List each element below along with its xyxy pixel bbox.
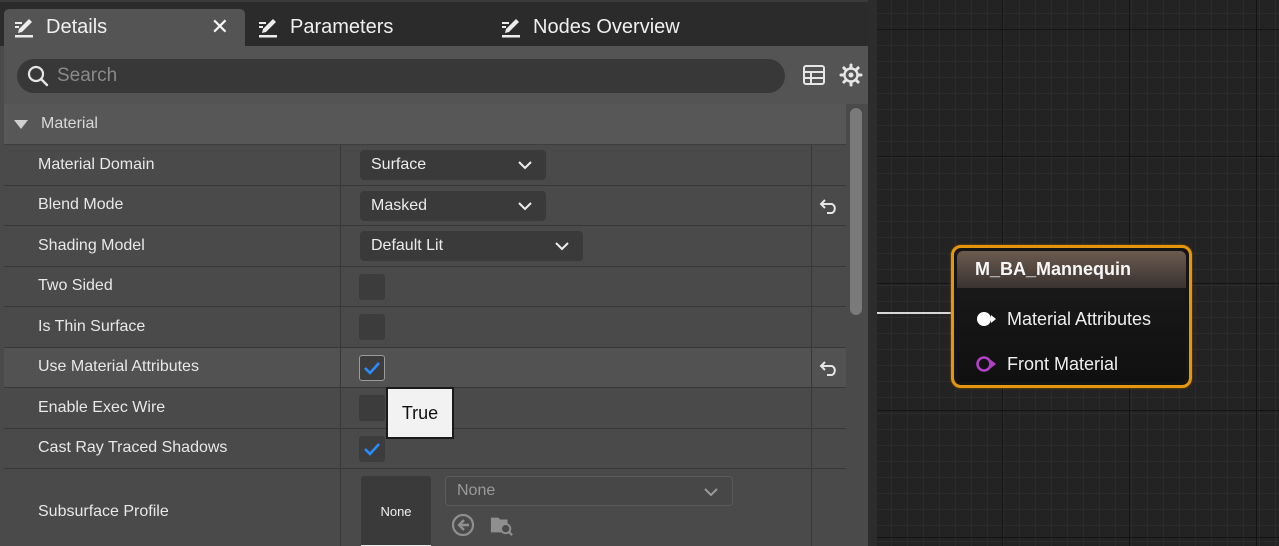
column-divider: [811, 388, 812, 428]
subsurface-profile-asset-picker[interactable]: None: [445, 476, 733, 506]
property-label: Blend Mode: [38, 196, 124, 214]
dropdown-value: Masked: [371, 196, 428, 214]
dropdown-value: Surface: [371, 156, 427, 173]
reset-to-default-icon[interactable]: [818, 196, 840, 216]
column-divider[interactable]: [340, 145, 341, 185]
property-label: Material Domain: [38, 155, 155, 173]
enable-exec-wire-checkbox[interactable]: [359, 395, 385, 421]
scrollbar-thumb[interactable]: [850, 108, 862, 315]
column-divider[interactable]: [340, 428, 341, 468]
tab-details[interactable]: Details ✕: [4, 9, 245, 46]
property-row-is-thin-surface: Is Thin Surface: [4, 307, 846, 348]
dropdown-value: None: [457, 482, 496, 499]
is-thin-surface-checkbox[interactable]: [359, 314, 385, 340]
dropdown-value: Default Lit: [371, 237, 444, 254]
checkmark-icon: [364, 442, 380, 456]
property-label: Is Thin Surface: [38, 317, 146, 335]
pin-label: Material Attributes: [1007, 308, 1152, 329]
asset-thumbnail[interactable]: None: [361, 476, 431, 546]
search-bar-area: [4, 46, 868, 104]
panel-splitter[interactable]: [868, 0, 877, 546]
use-selected-asset-icon[interactable]: [451, 513, 475, 537]
search-box[interactable]: [17, 59, 785, 93]
tab-nodes-overview[interactable]: Nodes Overview: [499, 9, 680, 46]
connection-wire[interactable]: [877, 312, 953, 314]
property-list: Material Domain Surface Blend Mode Maske…: [4, 145, 846, 546]
close-tab-icon[interactable]: ✕: [211, 15, 229, 39]
property-row-use-material-attributes: Use Material Attributes: [4, 347, 846, 388]
column-divider[interactable]: [340, 226, 341, 266]
pin-connected-icon[interactable]: [975, 310, 997, 328]
use-material-attributes-checkbox[interactable]: [359, 354, 385, 381]
column-divider[interactable]: [340, 185, 341, 225]
shading-model-dropdown[interactable]: Default Lit: [360, 231, 583, 261]
pencil-icon: [256, 16, 282, 40]
tab-bar: Details ✕ Parameters Nodes Overview: [0, 0, 868, 46]
pin-material-attributes[interactable]: Material Attributes: [975, 307, 1151, 331]
property-label: Cast Ray Traced Shadows: [38, 439, 228, 457]
blend-mode-dropdown[interactable]: Masked: [360, 190, 546, 221]
column-divider: [811, 428, 812, 468]
pin-unconnected-icon[interactable]: [975, 355, 997, 373]
material-domain-dropdown[interactable]: Surface: [360, 150, 546, 180]
column-divider: [811, 226, 812, 266]
node-body: M_BA_Mannequin Material Attributes Front…: [957, 251, 1186, 382]
column-divider[interactable]: [340, 469, 341, 546]
reset-to-default-icon[interactable]: [818, 358, 840, 378]
property-row-blend-mode: Blend Mode Masked: [4, 185, 846, 226]
two-sided-checkbox[interactable]: [359, 273, 385, 300]
pin-label: Front Material: [1007, 353, 1119, 374]
property-label: Enable Exec Wire: [38, 398, 166, 416]
column-divider[interactable]: [340, 307, 341, 347]
cast-ray-traced-shadows-checkbox[interactable]: [359, 435, 385, 462]
node-title[interactable]: M_BA_Mannequin: [957, 251, 1186, 288]
property-row-shading-model: Shading Model Default Lit: [4, 226, 846, 267]
column-divider: [811, 266, 812, 306]
material-result-node[interactable]: M_BA_Mannequin Material Attributes Front…: [951, 245, 1192, 388]
column-divider: [811, 347, 812, 387]
chevron-down-icon: [518, 201, 532, 210]
chevron-down-icon: [555, 242, 569, 251]
tooltip-text: True: [401, 402, 439, 423]
property-row-two-sided: Two Sided: [4, 266, 846, 307]
value-tooltip: True: [386, 387, 454, 439]
column-divider: [811, 185, 812, 225]
column-divider[interactable]: [340, 266, 341, 306]
tab-label: Details: [46, 16, 108, 38]
section-title: Material: [41, 115, 98, 132]
column-divider[interactable]: [340, 347, 341, 387]
tab-bar-border: [0, 0, 868, 2]
search-icon: [27, 65, 49, 87]
pencil-icon: [499, 16, 525, 40]
column-divider[interactable]: [340, 388, 341, 428]
property-label: Subsurface Profile: [38, 502, 169, 520]
column-divider: [811, 469, 812, 546]
tab-label: Nodes Overview: [533, 16, 680, 38]
column-divider: [811, 145, 812, 185]
section-header-material[interactable]: Material: [4, 104, 846, 145]
search-input[interactable]: [57, 63, 757, 89]
browse-asset-icon[interactable]: [490, 513, 514, 537]
chevron-down-icon: [518, 161, 532, 170]
settings-gear-icon[interactable]: [838, 62, 864, 88]
pin-front-material[interactable]: Front Material: [975, 352, 1118, 376]
property-label: Two Sided: [38, 277, 113, 295]
thumbnail-label: None: [380, 504, 412, 519]
property-label: Shading Model: [38, 236, 145, 254]
property-label: Use Material Attributes: [38, 358, 199, 376]
chevron-down-icon: [704, 488, 718, 497]
table-view-icon[interactable]: [801, 62, 827, 88]
tab-label: Parameters: [290, 16, 394, 38]
tab-parameters[interactable]: Parameters: [256, 9, 393, 46]
property-row-material-domain: Material Domain Surface: [4, 145, 846, 186]
column-divider: [811, 307, 812, 347]
collapse-arrow-icon[interactable]: [14, 119, 28, 129]
property-row-subsurface-profile: Subsurface Profile None None: [4, 469, 846, 546]
pencil-icon: [12, 16, 38, 40]
checkmark-icon: [364, 361, 380, 375]
